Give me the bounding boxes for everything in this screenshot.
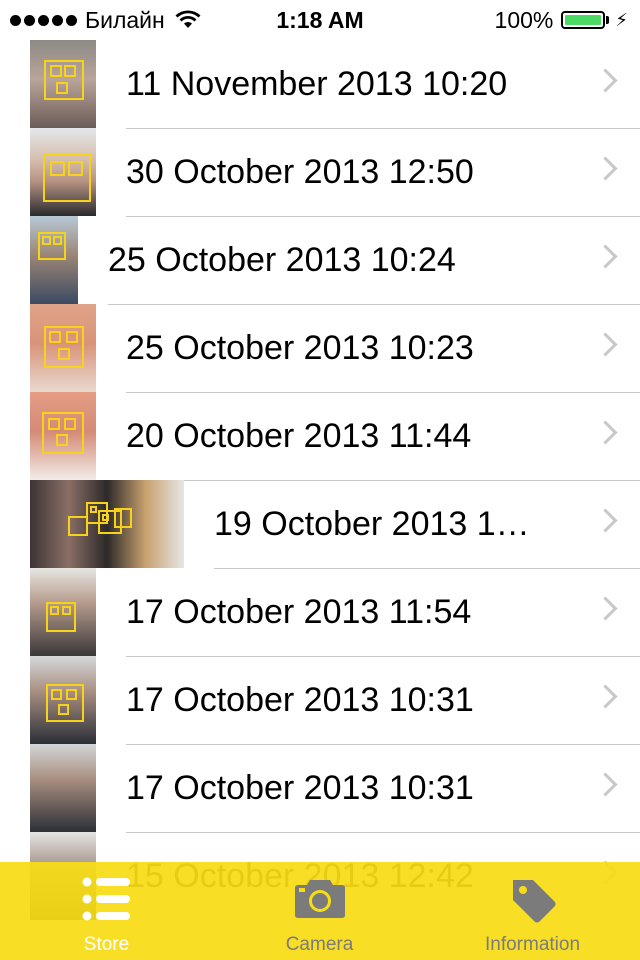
face-photo-icon [30,216,78,304]
list-icon [82,877,130,921]
chevron-right-icon [593,596,618,621]
row-date-label: 17 October 2013 11:54 [126,593,472,631]
row-date-label: 11 November 2013 10:20 [126,65,508,103]
tab-store[interactable]: Store [0,862,213,960]
group-photo-icon [30,480,184,568]
chevron-right-icon [593,156,618,181]
row-date-label: 19 October 2013 1… [214,505,530,543]
chevron-right-icon [593,244,618,269]
list-item[interactable]: 11 November 2013 10:20 [0,40,640,129]
face-photo-icon [30,744,96,832]
chevron-right-icon [593,684,618,709]
camera-icon [294,880,345,918]
list-item[interactable]: 30 October 2013 12:50 [0,128,640,217]
list-item[interactable]: 25 October 2013 10:24 [0,216,640,305]
row-date-label: 17 October 2013 10:31 [126,681,474,719]
status-right: 100% ⚡︎ [495,0,628,40]
tab-information[interactable]: Information [426,862,639,960]
battery-percentage: 100% [494,7,554,33]
status-bar: Билайн 1:18 AM 100% ⚡︎ [0,0,640,40]
tab-camera-label: Camera [285,934,354,955]
row-date-label: 20 October 2013 11:44 [126,417,472,455]
face-photo-icon [30,656,96,744]
list-item[interactable]: 19 October 2013 1… [0,480,640,569]
face-photo-icon [30,568,96,656]
chevron-right-icon [593,332,618,357]
tab-store-label: Store [83,934,130,955]
tab-bar: Store Camera Information [0,862,640,960]
tab-information-label: Information [484,934,581,955]
row-date-label: 17 October 2013 10:31 [126,769,474,807]
face-photo-icon [30,128,96,216]
chevron-right-icon [593,508,618,533]
battery-icon [561,11,606,29]
list-item[interactable]: 17 October 2013 10:31 [0,744,640,833]
list-item[interactable]: 17 October 2013 11:54 [0,568,640,657]
row-date-label: 30 October 2013 12:50 [126,153,474,191]
tag-icon [512,880,555,923]
list-item[interactable]: 17 October 2013 10:31 [0,656,640,745]
face-photo-icon [30,304,96,392]
battery-nub [606,16,610,24]
face-photo-icon [30,40,96,128]
tab-camera[interactable]: Camera [213,862,426,960]
chevron-right-icon [593,772,618,797]
charging-bolt-icon: ⚡︎ [615,10,628,30]
chevron-right-icon [593,420,618,445]
row-date-label: 25 October 2013 10:24 [108,241,456,279]
chevron-right-icon [593,68,618,93]
list-item[interactable]: 25 October 2013 10:23 [0,304,640,393]
row-date-label: 25 October 2013 10:23 [126,329,474,367]
list-item[interactable]: 20 October 2013 11:44 [0,392,640,481]
face-photo-icon [30,392,96,480]
